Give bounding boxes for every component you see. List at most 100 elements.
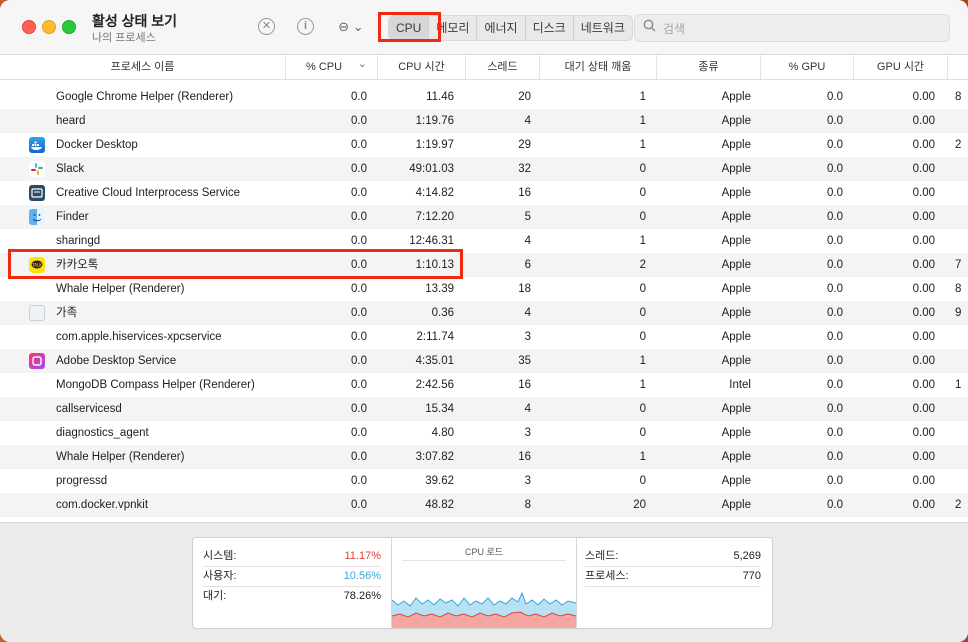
window-title: 활성 상태 보기 [92, 13, 178, 29]
thread-count: 4 [524, 115, 531, 127]
idle-wakeups: 0 [639, 211, 646, 223]
column-header-gpu-time[interactable]: GPU 시간 [854, 55, 948, 79]
docker-icon [29, 137, 45, 153]
tab-energy[interactable]: 에너지 [477, 16, 526, 40]
idle-label: 대기: [203, 590, 227, 602]
gpu-time: 0.00 [912, 115, 935, 127]
truncated-column-value [955, 157, 968, 181]
table-row[interactable]: diagnostics_agent 0.0 4.80 3 0 Apple 0.0 0.00 [0, 421, 968, 445]
table-row[interactable]: heard 0.0 1:19.76 4 1 Apple 0.0 0.00 [0, 109, 968, 133]
info-icon[interactable]: i [297, 18, 314, 35]
cpu-percent: 0.0 [351, 187, 367, 199]
table-row[interactable]: Whale Helper (Renderer) 0.0 13.39 18 0 Apple 0… [0, 277, 968, 301]
idle-wakeups: 1 [639, 115, 646, 127]
cpu-time: 4:14.82 [415, 187, 454, 199]
process-kind: Apple [721, 115, 751, 127]
column-header-threads[interactable]: 스레드 [466, 55, 540, 79]
stat-threads: 스레드: 5,269 [585, 546, 761, 566]
idle-wakeups: 0 [639, 331, 646, 343]
gpu-percent: 0.0 [827, 307, 843, 319]
truncated-column-value: 7 [955, 259, 962, 271]
gpu-percent: 0.0 [827, 403, 843, 415]
column-header-label: % CPU [306, 61, 343, 73]
thread-count: 3 [524, 427, 531, 439]
gpu-time: 0.00 [912, 355, 935, 367]
cpu-time: 2:42.56 [415, 379, 454, 391]
gpu-percent: 0.0 [827, 331, 843, 343]
process-kind: Apple [721, 499, 751, 511]
tab-memory[interactable]: 메모리 [429, 16, 478, 40]
search-field[interactable] [634, 14, 950, 42]
table-row[interactable]: 가족 0.0 0.36 4 0 Apple 0.0 0.00 9 [0, 301, 968, 325]
cpu-percent: 0.0 [351, 475, 367, 487]
column-header-process-name[interactable]: 프로세스 이름 [0, 55, 286, 79]
process-name: 카카오톡 [56, 259, 99, 271]
kakaotalk-icon: TALK [29, 257, 45, 273]
gpu-percent: 0.0 [827, 475, 843, 487]
gpu-time: 0.00 [912, 307, 935, 319]
cpu-percent: 0.0 [351, 235, 367, 247]
zoom-window-button[interactable] [62, 20, 76, 34]
thread-count: 6 [524, 259, 531, 271]
cpu-percent: 0.0 [351, 451, 367, 463]
cpu-time: 2:11.74 [416, 331, 454, 343]
stat-system: 시스템: 11.17% [203, 546, 381, 566]
table-row[interactable]: com.apple.hiservices-xpcservice 0.0 2:11.7… [0, 325, 968, 349]
column-header-label: CPU 시간 [398, 61, 445, 73]
truncated-column-value [955, 469, 968, 493]
threads-value: 5,269 [733, 550, 761, 562]
cpu-time: 3:07.82 [415, 451, 454, 463]
table-row[interactable]: TALK 카카오톡 0.0 1:10.13 6 2 Apple 0.0 0.00 7 [0, 253, 968, 277]
table-row[interactable]: Docker Desktop 0.0 1:19.97 29 1 Apple 0.0 0.00 2 [0, 133, 968, 157]
gpu-time: 0.00 [912, 139, 935, 151]
gpu-percent: 0.0 [827, 115, 843, 127]
column-header-cpu[interactable]: % CPU ⌄ [286, 55, 378, 79]
table-row[interactable]: Slack 0.0 49:01.03 32 0 Apple 0.0 0.00 [0, 157, 968, 181]
truncated-column-value [955, 205, 968, 229]
column-header-idle-wakeups[interactable]: 대기 상태 깨움 [540, 55, 657, 79]
table-row[interactable]: Finder 0.0 7:12.20 5 0 Apple 0.0 0.00 [0, 205, 968, 229]
idle-wakeups: 0 [639, 427, 646, 439]
tab-disk[interactable]: 디스크 [526, 16, 574, 40]
stat-processes: 프로세스: 770 [585, 566, 761, 586]
table-row[interactable]: Google Chrome Helper (Renderer) 0.0 11.46 2… [0, 85, 968, 109]
cpu-percent: 0.0 [351, 211, 367, 223]
gpu-time: 0.00 [912, 283, 935, 295]
table-row[interactable]: sharingd 0.0 12:46.31 4 1 Apple 0.0 0.00 [0, 229, 968, 253]
table-row[interactable]: Creative Cloud Interprocess Service 0.0 4:… [0, 181, 968, 205]
process-kind: Apple [721, 91, 751, 103]
stat-idle: 대기: 78.26% [203, 586, 381, 606]
table-row[interactable]: callservicesd 0.0 15.34 4 0 Apple 0.0 0.00 [0, 397, 968, 421]
idle-wakeups: 0 [639, 163, 646, 175]
tab-network[interactable]: 네트워크 [574, 16, 632, 40]
gpu-percent: 0.0 [827, 139, 843, 151]
column-header-gpu[interactable]: % GPU [761, 55, 854, 79]
minimize-window-button[interactable] [42, 20, 56, 34]
truncated-column-value: 8 [955, 283, 962, 295]
process-kind: Apple [721, 163, 751, 175]
truncated-column-value: 2 [955, 499, 962, 511]
gpu-percent: 0.0 [827, 451, 843, 463]
table-row[interactable]: MongoDB Compass Helper (Renderer) 0.0 2:42… [0, 373, 968, 397]
column-header-label: GPU 시간 [876, 61, 925, 73]
system-label: 시스템: [203, 550, 237, 562]
table-row[interactable]: Adobe Desktop Service 0.0 4:35.01 35 1 Apple 0… [0, 349, 968, 373]
gpu-percent: 0.0 [827, 379, 843, 391]
table-row[interactable]: progressd 0.0 39.62 3 0 Apple 0.0 0.00 [0, 469, 968, 493]
truncated-column-value [955, 445, 968, 469]
stop-process-icon[interactable]: ✕ [258, 18, 275, 35]
process-name: callservicesd [56, 403, 122, 415]
truncated-column-value [955, 109, 968, 133]
column-header-cpu-time[interactable]: CPU 시간 [378, 55, 466, 79]
tab-cpu[interactable]: CPU [389, 16, 430, 40]
table-row[interactable]: Whale Helper (Renderer) 0.0 3:07.82 16 1 Appl… [0, 445, 968, 469]
table-row[interactable]: com.docker.vpnkit 0.0 48.82 8 20 Apple 0.0 0.00… [0, 493, 968, 517]
process-kind: Apple [721, 331, 751, 343]
more-options-icon[interactable]: ⊖ ⌄ [335, 17, 367, 37]
process-name: MongoDB Compass Helper (Renderer) [56, 379, 255, 391]
column-header-label: 대기 상태 깨움 [564, 61, 632, 73]
cpu-percent: 0.0 [351, 91, 367, 103]
column-header-kind[interactable]: 종류 [657, 55, 761, 79]
close-window-button[interactable] [22, 20, 36, 34]
search-input[interactable] [661, 18, 945, 40]
